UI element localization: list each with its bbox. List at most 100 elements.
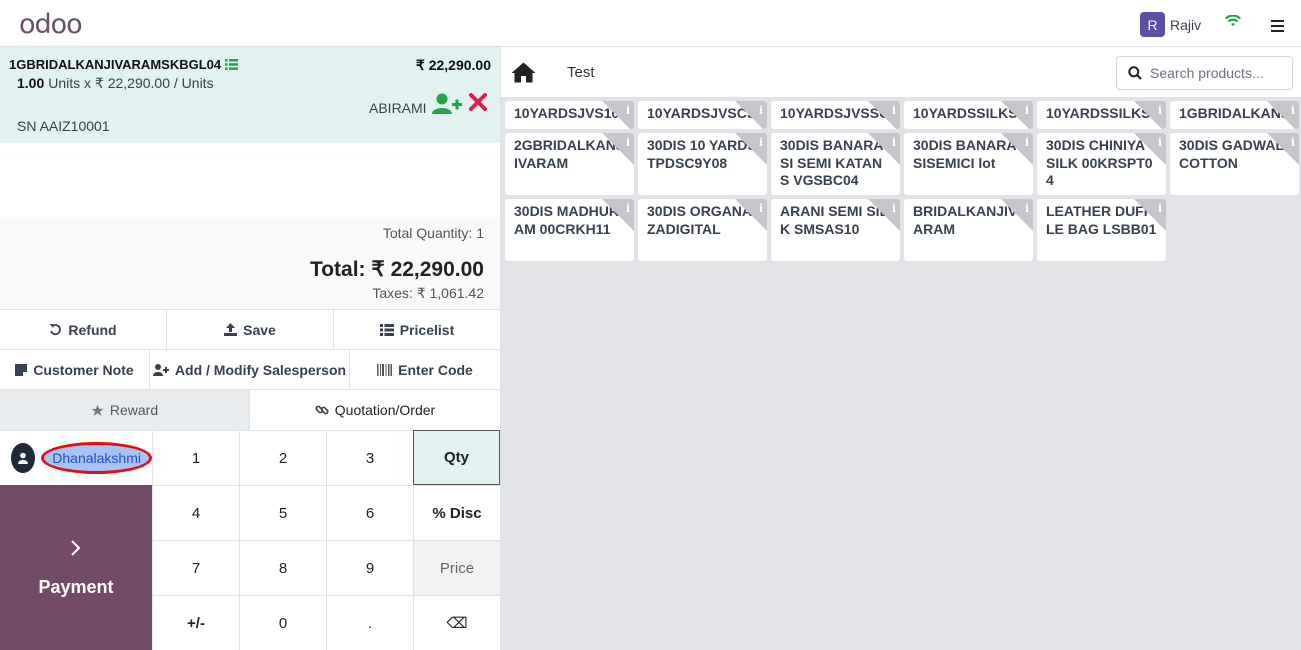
customer-note-button[interactable]: Customer Note	[0, 350, 150, 389]
product-card[interactable]: LEATHER DUFFLE BAG LSBB01 i	[1037, 199, 1166, 261]
product-card[interactable]: 30DIS MADHURAM 00CRKH11 i	[505, 199, 634, 261]
order-line-salesperson: ABIRAMI	[369, 100, 427, 116]
breadcrumb-category[interactable]: Test	[567, 64, 595, 81]
barcode-icon	[377, 363, 393, 376]
upload-icon	[224, 323, 238, 336]
product-card[interactable]: BRIDALKANJIVARAM i	[904, 199, 1033, 261]
info-icon: i	[1157, 136, 1162, 149]
save-button[interactable]: Save	[167, 310, 334, 349]
product-grid: 10YARDSJVS10YARDSi10YARDSJVSCS9i10YARDSJ…	[505, 101, 1301, 261]
numpad-key-0[interactable]: 0	[239, 595, 326, 650]
home-icon[interactable]	[511, 62, 536, 86]
order-line-qty: 1.00 Units x ₹ 22,290.00 / Units	[17, 75, 214, 92]
numpad: 1 2 3 Qty 4 5 6 % Disc 7 8 9 Price +/- 0…	[152, 430, 500, 650]
total-quantity: Total Quantity: 1	[382, 225, 484, 241]
undo-icon	[49, 324, 62, 336]
order-panel: 1GBRIDALKANJIVARAMSKBGL04 ₹ 22,290.00 1.…	[0, 47, 501, 650]
product-card[interactable]: 10YARDSSILKSRT i	[904, 101, 1033, 129]
numpad-key-9[interactable]: 9	[326, 540, 413, 595]
info-icon: i	[625, 202, 630, 215]
numpad-key-4[interactable]: 4	[152, 485, 239, 540]
info-icon: i	[1290, 136, 1295, 149]
add-salesperson-icon[interactable]	[432, 93, 462, 118]
customer-button[interactable]: Dhanalakshmi	[0, 430, 152, 485]
info-icon: i	[891, 202, 896, 215]
hamburger-menu-icon[interactable]	[1271, 20, 1284, 35]
product-card[interactable]: 30DIS CHINIYA SILK 00KRSPT04 i	[1037, 133, 1166, 195]
note-icon	[15, 363, 28, 376]
product-card[interactable]: 30DIS ORGANAZADIGITAL i	[638, 199, 767, 261]
user-name: Rajiv	[1170, 16, 1202, 33]
numpad-key-6[interactable]: 6	[326, 485, 413, 540]
info-icon: i	[1024, 136, 1029, 149]
info-icon: i	[891, 104, 896, 117]
payment-button[interactable]: Payment	[0, 485, 152, 650]
info-icon: i	[758, 136, 763, 149]
products-toolbar: Test	[501, 47, 1301, 98]
product-card[interactable]: 10YARDSSILKSSBi	[1037, 101, 1166, 129]
user-avatar: R	[1140, 12, 1165, 37]
product-card[interactable]: 30DIS GADWALCOTTON i	[1170, 133, 1299, 195]
search-input[interactable]	[1150, 65, 1280, 81]
user-icon	[11, 443, 36, 473]
chevron-right-icon	[70, 537, 82, 563]
numpad-key-7[interactable]: 7	[152, 540, 239, 595]
customer-name: Dhanalakshmi	[41, 442, 152, 474]
order-taxes: Taxes: ₹ 1,061.42	[372, 285, 484, 301]
numpad-key-5[interactable]: 5	[239, 485, 326, 540]
user-menu[interactable]: R Rajiv	[1140, 12, 1201, 37]
enter-code-button[interactable]: Enter Code	[350, 350, 500, 389]
info-icon: i	[891, 136, 896, 149]
list-icon[interactable]	[225, 58, 239, 73]
quotation-order-button[interactable]: Quotation/Order	[250, 390, 500, 430]
info-icon: i	[1024, 104, 1029, 117]
numpad-key-3[interactable]: 3	[326, 430, 413, 485]
info-icon: i	[1290, 104, 1295, 117]
product-card[interactable]: 10YARDSJVSSC9 i	[771, 101, 900, 129]
product-card[interactable]: 2GBRIDALKANJIVARAM i	[505, 133, 634, 195]
numpad-sign-toggle[interactable]: +/-	[152, 595, 239, 650]
top-bar: odoo R Rajiv	[0, 0, 1301, 47]
info-icon: i	[758, 202, 763, 215]
list-icon	[379, 323, 394, 336]
add-modify-salesperson-button[interactable]: Add / Modify Salesperson	[150, 350, 350, 389]
product-card[interactable]: 10YARDSJVSCS9 i	[638, 101, 767, 129]
info-icon: i	[758, 104, 763, 117]
order-summary: Total Quantity: 1 Total: ₹ 22,290.00 Tax…	[0, 217, 500, 309]
reward-button[interactable]: Reward	[0, 390, 250, 430]
backspace-icon[interactable]: ⌫	[413, 595, 500, 650]
link-icon	[315, 405, 329, 415]
numpad-qty-mode[interactable]: Qty	[413, 430, 500, 485]
numpad-key-8[interactable]: 8	[239, 540, 326, 595]
info-icon: i	[1157, 202, 1162, 215]
payment-label: Payment	[38, 577, 114, 597]
info-icon: i	[1024, 202, 1029, 215]
order-line-serial: SN AAIZ10001	[17, 118, 110, 134]
numpad-key-1[interactable]: 1	[152, 430, 239, 485]
pricelist-button[interactable]: Pricelist	[334, 310, 500, 349]
product-card[interactable]: 30DIS BANARASI SEMI KATANS VGSBC04 i	[771, 133, 900, 195]
product-card[interactable]: 30DIS 10 YARDS TPDSC9Y08 i	[638, 133, 767, 195]
numpad-price-mode[interactable]: Price	[413, 540, 500, 595]
order-line-price: ₹ 22,290.00	[415, 57, 491, 73]
star-icon	[91, 404, 104, 416]
search-box[interactable]	[1116, 56, 1293, 90]
wifi-icon[interactable]	[1225, 14, 1241, 31]
numpad-key-dot[interactable]: .	[326, 595, 413, 650]
order-line[interactable]: 1GBRIDALKANJIVARAMSKBGL04 ₹ 22,290.00 1.…	[0, 47, 500, 143]
product-card[interactable]: 30DIS BANARASISEMICI lot i	[904, 133, 1033, 195]
products-panel: Test 10YARDSJVS10YARDSi10YARDSJVSCS9i10Y…	[501, 47, 1301, 650]
numpad-discount-mode[interactable]: % Disc	[413, 485, 500, 540]
info-icon: i	[625, 104, 630, 117]
control-row-3: Reward Quotation/Order	[0, 389, 500, 430]
info-icon: i	[1157, 104, 1162, 117]
refund-button[interactable]: Refund	[0, 310, 167, 349]
control-row-1: Refund Save Pricelist	[0, 309, 500, 349]
numpad-key-2[interactable]: 2	[239, 430, 326, 485]
product-card[interactable]: 10YARDSJVS10YARDSi	[505, 101, 634, 129]
product-card[interactable]: ARANI SEMI SILK SMSAS10 i	[771, 199, 900, 261]
product-card[interactable]: 1GBRIDALKANJIVARAMi	[1170, 101, 1299, 129]
remove-line-icon[interactable]	[469, 93, 487, 114]
info-icon: i	[625, 136, 630, 149]
control-row-2: Customer Note Add / Modify Salesperson E…	[0, 349, 500, 389]
